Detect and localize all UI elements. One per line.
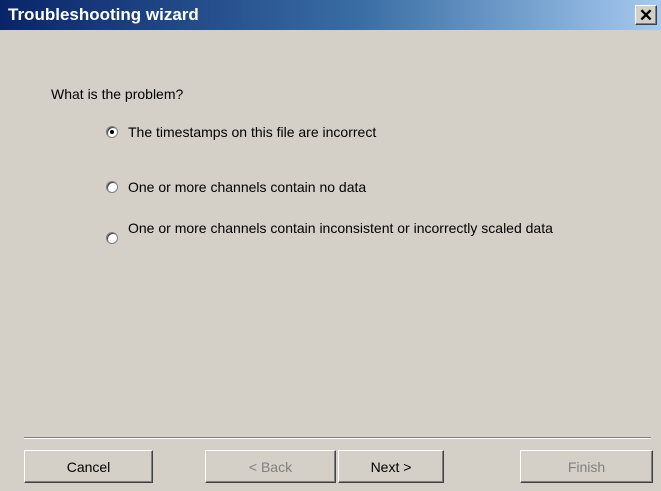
close-icon: ✕ [638, 5, 654, 25]
close-button[interactable]: ✕ [635, 5, 657, 25]
option-channels-inconsistent-data[interactable]: One or more channels contain inconsisten… [106, 219, 568, 244]
radio-button-selected[interactable] [106, 126, 118, 138]
radio-button[interactable] [106, 181, 118, 193]
option-label[interactable]: One or more channels contain no data [128, 178, 366, 196]
option-timestamps-incorrect[interactable]: The timestamps on this file are incorrec… [106, 123, 376, 141]
button-separator [24, 437, 651, 439]
title-bar: Troubleshooting wizard ✕ [0, 0, 661, 30]
option-label[interactable]: The timestamps on this file are incorrec… [128, 123, 376, 141]
back-button[interactable]: < Back [205, 450, 336, 483]
radio-button[interactable] [106, 232, 118, 244]
option-label[interactable]: One or more channels contain inconsisten… [128, 219, 568, 237]
window-title: Troubleshooting wizard [8, 5, 199, 24]
next-button[interactable]: Next > [338, 450, 444, 483]
finish-button[interactable]: Finish [520, 450, 653, 483]
cancel-button[interactable]: Cancel [24, 450, 153, 483]
option-channels-no-data[interactable]: One or more channels contain no data [106, 178, 366, 196]
question-label: What is the problem? [51, 86, 184, 102]
